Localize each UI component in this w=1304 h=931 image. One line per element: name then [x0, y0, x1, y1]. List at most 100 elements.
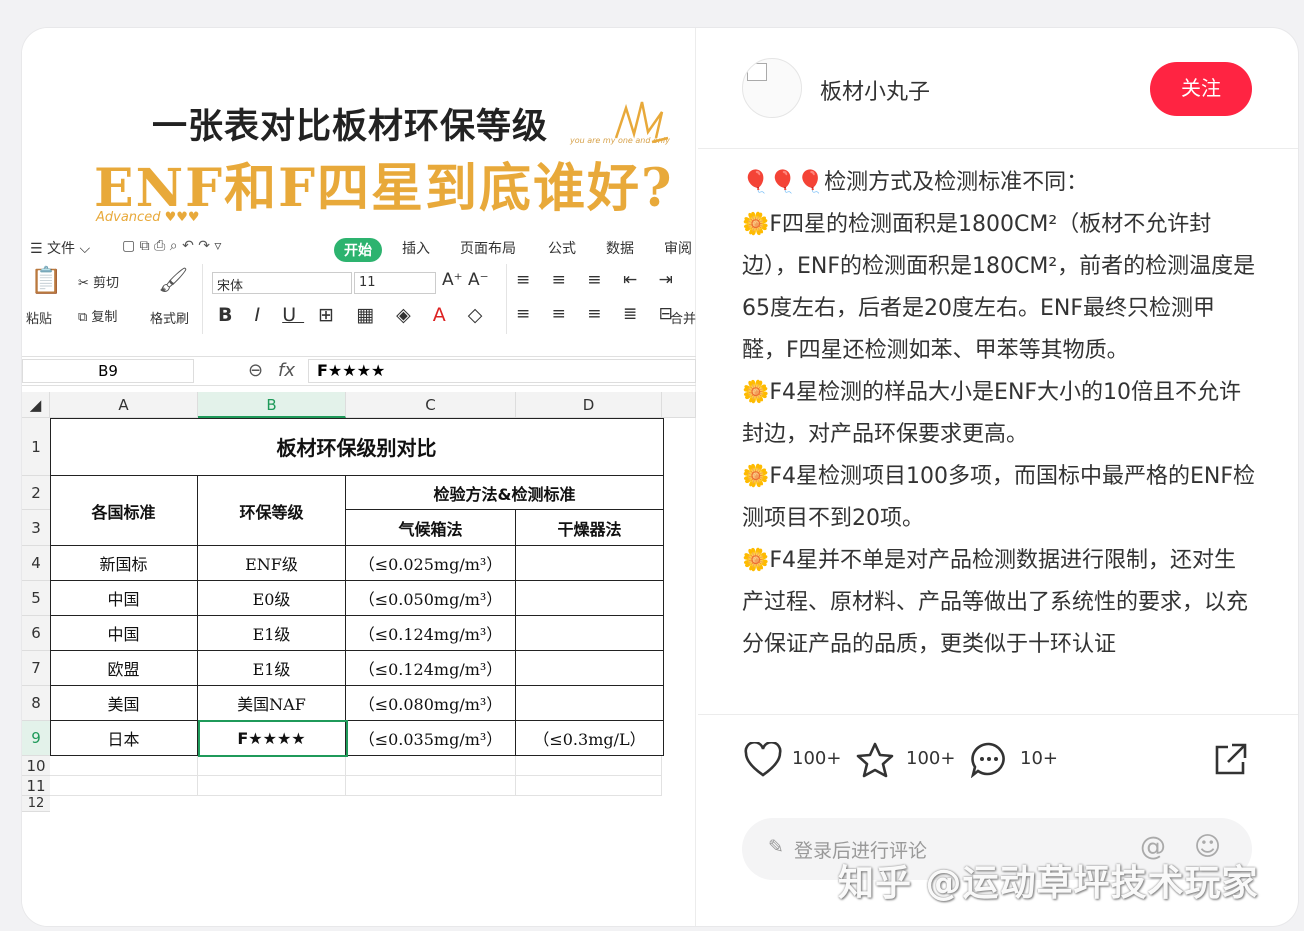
align-icons[interactable]: ≡ ≡ ≡ ≣ ⊟ [516, 304, 681, 324]
cell-dryer[interactable] [516, 616, 664, 651]
share-icon [1215, 743, 1247, 775]
post-card: 一张表对比板材环保等级 ENF和F四星到底谁好? Advanced ♥♥♥ yo… [22, 28, 1298, 926]
menu-file[interactable]: ☰ 文件 ⌵ [30, 238, 90, 258]
divider [202, 264, 203, 334]
merge-button[interactable]: 合并 [670, 308, 696, 327]
tab-start[interactable]: 开始 [334, 238, 382, 262]
empty-cell[interactable] [50, 756, 198, 776]
header-dryer[interactable]: 干燥器法 [516, 510, 664, 546]
author-name[interactable]: 板材小丸子 [820, 74, 930, 106]
fx-icon[interactable]: fx [278, 360, 295, 381]
empty-cell[interactable] [346, 776, 516, 796]
cell-climate[interactable]: （≤0.080mg/m³） [346, 686, 516, 721]
divider [698, 714, 1298, 715]
row-header-1[interactable]: 1 [22, 418, 50, 476]
cell-climate[interactable]: （≤0.035mg/m³） [346, 721, 516, 756]
paragraph: 🌼F4星检测的样品大小是ENF大小的10倍且不允许封边，对产品环保要求更高。 [742, 380, 1242, 447]
formula-input[interactable]: F★★★★ [308, 359, 696, 383]
font-style-icons[interactable]: B I U ⊞ ▦ ◈ A ◇ [218, 304, 490, 326]
empty-cell[interactable] [198, 756, 346, 776]
cell-standard[interactable]: 美国 [50, 686, 198, 721]
header-standard[interactable]: 各国标准 [50, 476, 198, 546]
row-header-6[interactable]: 6 [22, 616, 50, 651]
empty-cell[interactable] [516, 756, 662, 776]
paste-button[interactable]: 粘贴 [26, 308, 52, 327]
cell-grade[interactable]: E1级 [198, 616, 346, 651]
copy-button[interactable]: ⧉ 复制 [78, 306, 117, 325]
cell-climate[interactable]: （≤0.124mg/m³） [346, 616, 516, 651]
tab-formula[interactable]: 公式 [548, 238, 576, 258]
cell-standard[interactable]: 中国 [50, 581, 198, 616]
column-header-blank [662, 392, 696, 418]
row-header-4[interactable]: 4 [22, 546, 50, 581]
row-header-5[interactable]: 5 [22, 581, 50, 616]
cell-grade[interactable]: ENF级 [198, 546, 346, 581]
cell-dryer[interactable] [516, 686, 664, 721]
tab-data[interactable]: 数据 [606, 238, 634, 258]
ribbon: 📋 粘贴 ✂ 剪切 ⧉ 复制 🖌 格式刷 宋体 11 A⁺ A⁻ B I U ⊞… [22, 264, 696, 340]
paragraph: 🌼F四星的检测面积是1800CM²（板材不允许封边），ENF的检测面积是180C… [742, 212, 1256, 363]
font-family-select[interactable]: 宋体 [212, 272, 352, 294]
cell-dryer[interactable] [516, 546, 664, 581]
column-header-d[interactable]: D [516, 392, 662, 418]
heart-icon [744, 742, 782, 777]
cell-grade[interactable]: 美国NAF [198, 686, 346, 721]
cell-standard[interactable]: 新国标 [50, 546, 198, 581]
table-title[interactable]: 板材环保级别对比 [50, 418, 664, 476]
cell-dryer[interactable] [516, 651, 664, 686]
avatar[interactable] [742, 58, 802, 118]
empty-cell[interactable] [198, 776, 346, 796]
post-image[interactable]: 一张表对比板材环保等级 ENF和F四星到底谁好? Advanced ♥♥♥ yo… [22, 28, 696, 926]
tab-insert[interactable]: 插入 [402, 238, 430, 258]
empty-cell[interactable] [50, 776, 198, 796]
font-grow-shrink-icon[interactable]: A⁺ A⁻ [442, 270, 489, 290]
cell-climate[interactable]: （≤0.025mg/m³） [346, 546, 516, 581]
row-header-9[interactable]: 9 [22, 721, 50, 756]
empty-cell[interactable] [516, 776, 662, 796]
row-header-12[interactable]: 12 [22, 796, 50, 812]
header-climate[interactable]: 气候箱法 [346, 510, 516, 546]
column-header-c[interactable]: C [346, 392, 516, 418]
cell-dryer[interactable] [516, 581, 664, 616]
follow-button[interactable]: 关注 [1150, 62, 1252, 116]
cell-climate[interactable]: （≤0.050mg/m³） [346, 581, 516, 616]
divider [506, 264, 507, 334]
cell-standard[interactable]: 中国 [50, 616, 198, 651]
header-grade[interactable]: 环保等级 [198, 476, 346, 546]
name-box[interactable]: B9 [22, 359, 194, 383]
cell-standard[interactable]: 日本 [50, 721, 198, 756]
font-size-select[interactable]: 11 [354, 272, 436, 294]
cell-grade[interactable]: E1级 [198, 651, 346, 686]
paste-icon[interactable]: 📋 [30, 266, 62, 296]
tab-review[interactable]: 审阅 [664, 238, 692, 258]
row-header-11[interactable]: 11 [22, 776, 50, 796]
align-top-icons[interactable]: ≡ ≡ ≡ ⇤ ⇥ [516, 270, 681, 290]
row-header-2[interactable]: 2 [22, 476, 50, 510]
header-method[interactable]: 检验方法&检测标准 [346, 476, 664, 510]
column-header-a[interactable]: A [50, 392, 198, 418]
divider [698, 148, 1298, 149]
tab-page-layout[interactable]: 页面布局 [460, 238, 516, 258]
format-painter-button[interactable]: 格式刷 [150, 308, 189, 327]
row-header-7[interactable]: 7 [22, 651, 50, 686]
row-header-10[interactable]: 10 [22, 756, 50, 776]
zoom-icon[interactable]: ⊖ [248, 360, 263, 381]
format-painter-icon[interactable]: 🖌 [158, 266, 188, 294]
cell-grade[interactable]: E0级 [198, 581, 346, 616]
comment-icon [970, 742, 1005, 778]
selected-cell-outline [198, 720, 348, 757]
toolbar-quick-icons[interactable]: ▢ ⧉ ⎙ ⌕ ↶ ↷ ▿ [122, 238, 221, 254]
action-bar: 100+ 100+ 10+ [742, 740, 1262, 790]
corner-cell[interactable]: ◢ [22, 392, 50, 418]
row-header-3[interactable]: 3 [22, 510, 50, 546]
advanced-text: Advanced ♥♥♥ [96, 210, 200, 225]
cell-climate[interactable]: （≤0.124mg/m³） [346, 651, 516, 686]
column-header-b[interactable]: B [198, 392, 346, 418]
row-header-8[interactable]: 8 [22, 686, 50, 721]
cell-standard[interactable]: 欧盟 [50, 651, 198, 686]
cell-dryer[interactable]: （≤0.3mg/L） [516, 721, 664, 756]
empty-cell[interactable] [346, 756, 516, 776]
post-content: 🎈🎈🎈检测方式及检测标准不同： 🌼F四星的检测面积是1800CM²（板材不允许封… [742, 162, 1258, 712]
cut-button[interactable]: ✂ 剪切 [78, 272, 119, 291]
pencil-icon: ✎ [768, 836, 784, 858]
